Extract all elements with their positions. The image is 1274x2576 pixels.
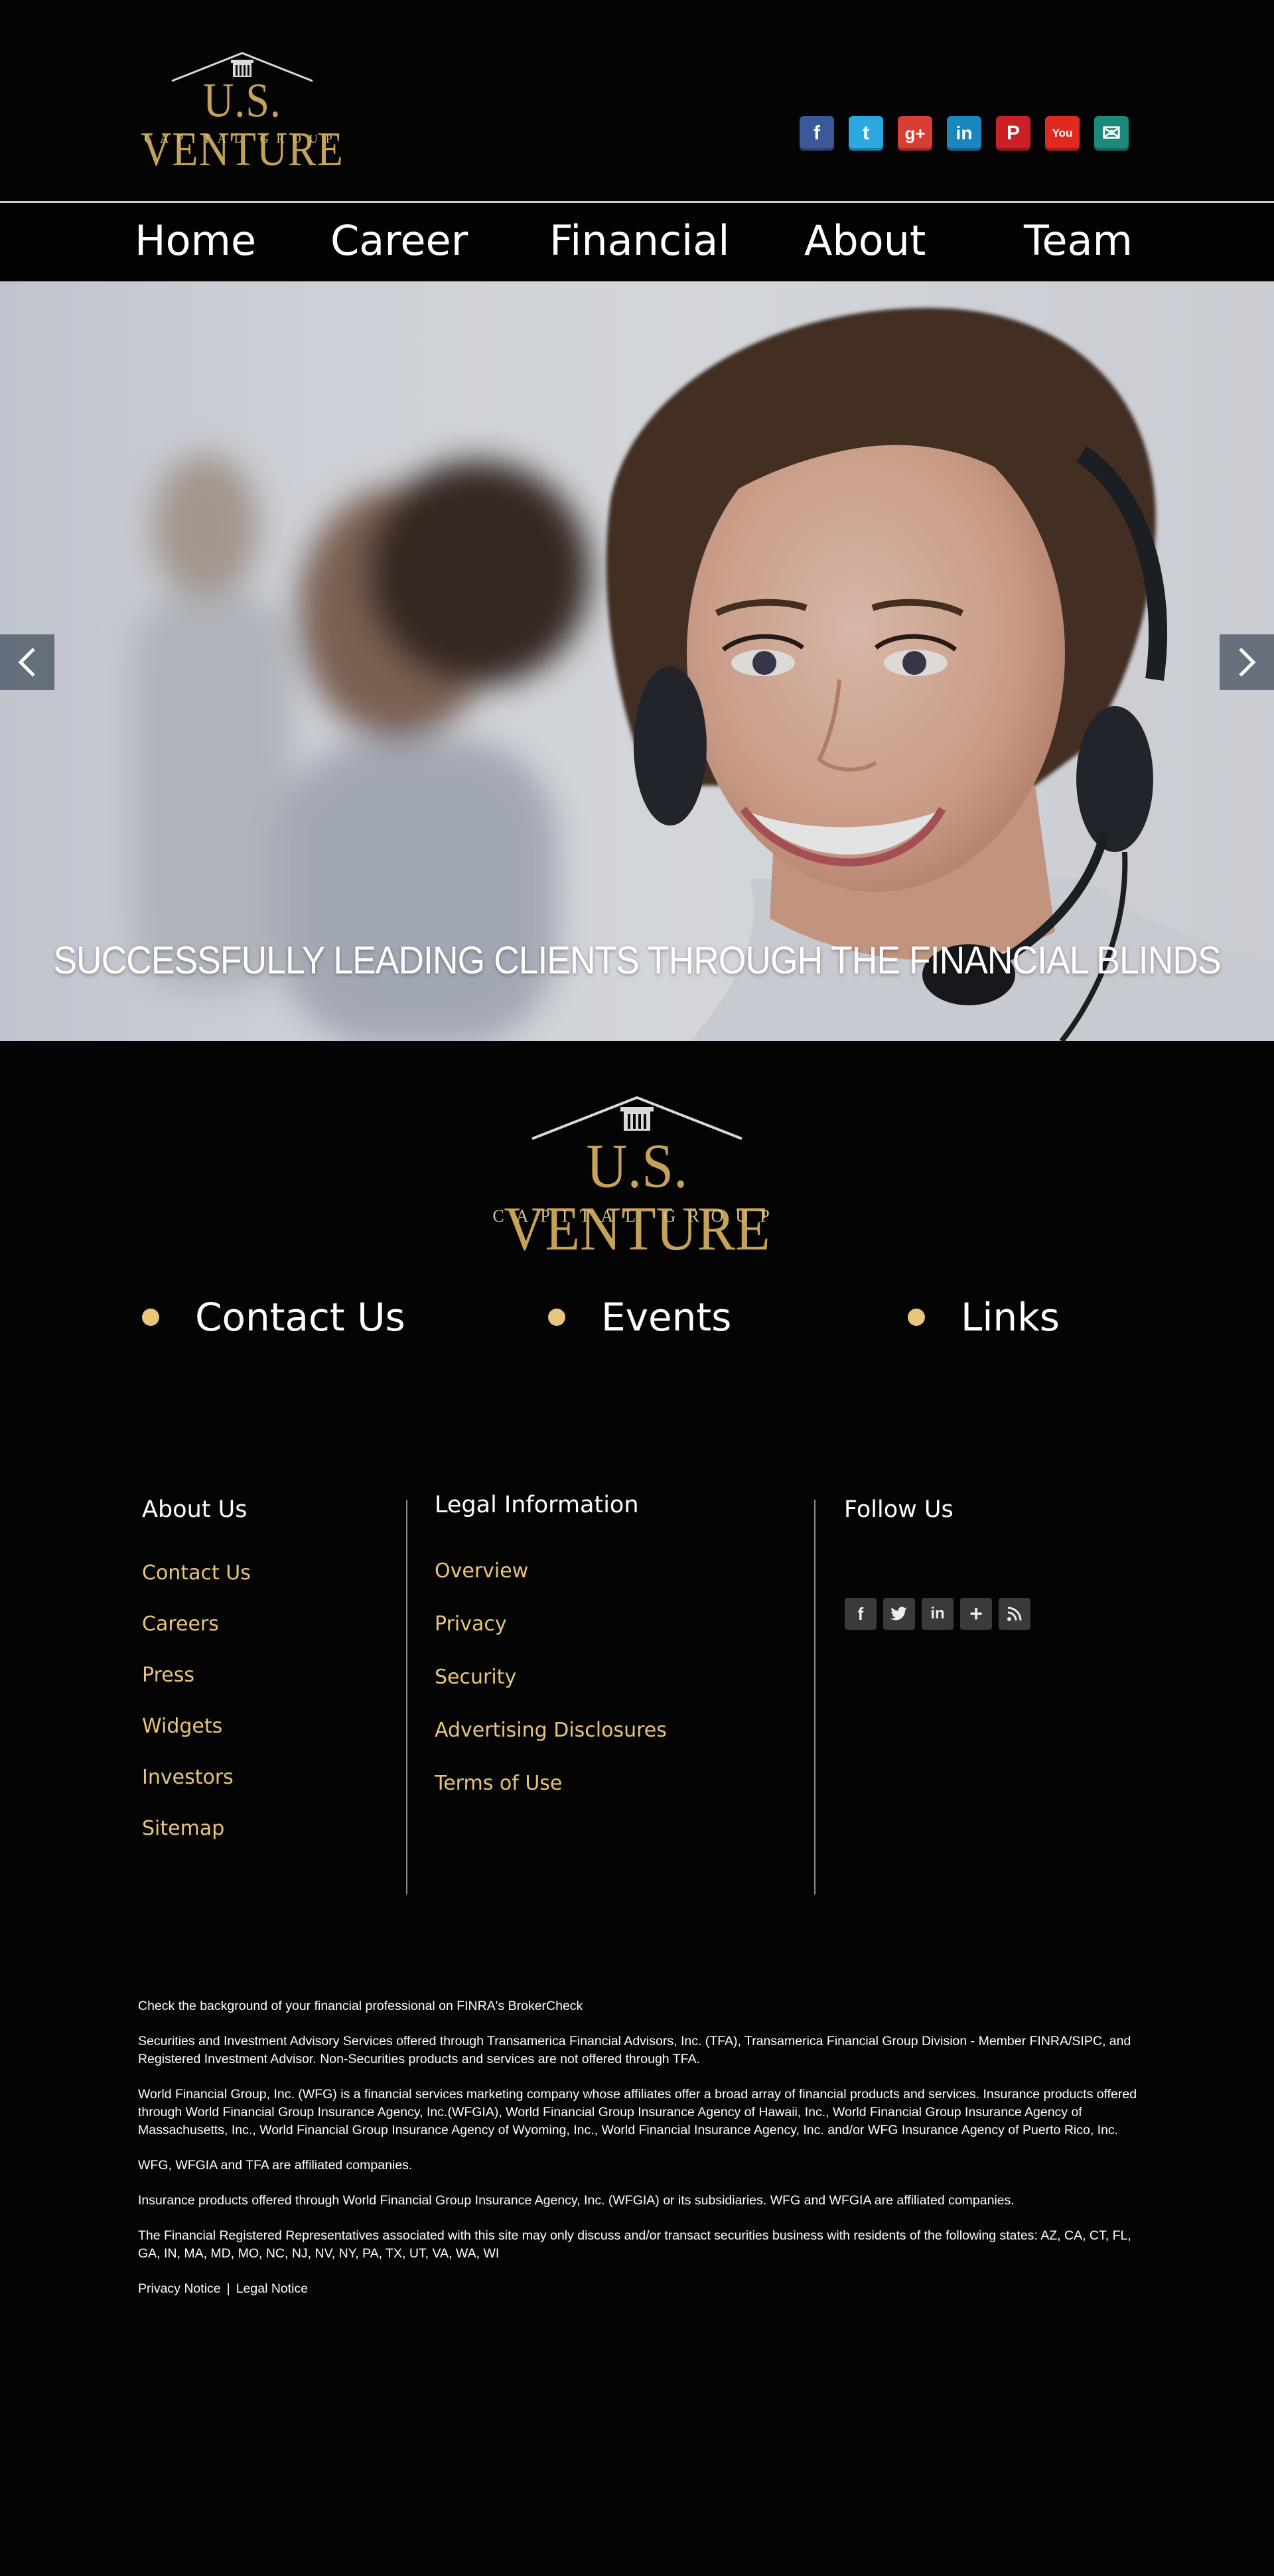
site-header: U.S. VENTURE CAPITAL GROUP f t g+ in P Y… xyxy=(0,0,1274,201)
footer-link-advertising-disclosures[interactable]: Advertising Disclosures xyxy=(435,1719,667,1742)
brand-subtitle: CAPITAL GROUP xyxy=(144,132,340,145)
slider-prev-button[interactable] xyxy=(0,634,54,690)
legal-disclaimers: Check the background of your financial p… xyxy=(138,1997,1147,2315)
pinterest-icon[interactable]: P xyxy=(996,116,1030,151)
wfg-disclaimer: World Financial Group, Inc. (WFG) is a f… xyxy=(138,2087,1137,2137)
bullet-icon xyxy=(908,1309,925,1326)
social-links: f t g+ in P You ✉ xyxy=(800,116,1129,153)
brand-name: U.S. VENTURE xyxy=(141,72,344,177)
brand-subtitle: CAPITAL GROUP xyxy=(492,1206,782,1226)
follow-icons: f in + xyxy=(845,1598,1030,1630)
email-icon[interactable]: ✉ xyxy=(1094,116,1129,151)
facebook-icon[interactable]: f xyxy=(845,1598,877,1630)
linkedin-icon[interactable]: in xyxy=(947,116,981,151)
footer-link-overview[interactable]: Overview xyxy=(435,1559,528,1583)
footer-link-widgets[interactable]: Widgets xyxy=(142,1715,222,1738)
brand-logo[interactable]: U.S. VENTURE CAPITAL GROUP xyxy=(133,50,352,173)
quick-link-label: Links xyxy=(961,1295,1060,1340)
bullet-icon xyxy=(548,1309,565,1326)
nav-career[interactable]: Career xyxy=(330,216,468,265)
nav-team[interactable]: Team xyxy=(1024,216,1133,265)
footer-divider xyxy=(406,1500,407,1895)
footer-link-investors[interactable]: Investors xyxy=(142,1766,234,1789)
hero-tagline: SUCCESSFULLY LEADING CLIENTS THROUGH THE… xyxy=(53,939,1221,982)
youtube-icon[interactable]: You xyxy=(1045,116,1080,151)
quick-link-label: Contact Us xyxy=(195,1295,405,1340)
insurance-disclaimer: Insurance products offered through World… xyxy=(138,2193,1015,2208)
nav-home[interactable]: Home xyxy=(135,216,256,265)
footer-link-contact-us[interactable]: Contact Us xyxy=(142,1561,251,1585)
main-nav: Home Career Financial About Team xyxy=(0,203,1274,281)
chevron-left-icon xyxy=(18,648,35,677)
footer-brand-logo: U.S. VENTURE CAPITAL GROUP xyxy=(491,1095,783,1260)
brand-name: U.S. VENTURE xyxy=(504,1130,770,1264)
privacy-notice-link[interactable]: Privacy Notice xyxy=(138,2281,221,2296)
quick-link-contact[interactable]: Contact Us xyxy=(142,1287,405,1347)
chevron-right-icon xyxy=(1239,648,1256,677)
google-plus-icon[interactable]: g+ xyxy=(898,116,932,151)
states-disclaimer: The Financial Registered Representatives… xyxy=(138,2228,1131,2261)
link-separator: | xyxy=(226,2281,230,2296)
affiliates-note: WFG, WFGIA and TFA are affiliated compan… xyxy=(138,2158,413,2173)
footer-about-column: About Us Contact Us Careers Press Widget… xyxy=(142,1496,251,1840)
nav-about[interactable]: About xyxy=(804,216,926,265)
brokercheck-note[interactable]: Check the background of your financial p… xyxy=(138,1997,1147,2015)
rss-icon[interactable] xyxy=(999,1598,1030,1630)
footer-link-privacy[interactable]: Privacy xyxy=(435,1612,507,1636)
footer-legal-column: Legal Information Overview Privacy Secur… xyxy=(435,1492,667,1795)
quick-link-label: Events xyxy=(601,1295,732,1340)
bullet-icon xyxy=(142,1309,159,1326)
twitter-icon[interactable]: t xyxy=(849,116,883,151)
footer-about-heading: About Us xyxy=(142,1496,248,1523)
footer-link-security[interactable]: Security xyxy=(435,1666,516,1689)
footer-link-careers[interactable]: Careers xyxy=(142,1612,219,1636)
slider-next-button[interactable] xyxy=(1220,634,1274,690)
legal-notice-link[interactable]: Legal Notice xyxy=(236,2281,308,2296)
bottom-links: Privacy Notice | Legal Notice xyxy=(138,2280,1147,2298)
footer-link-terms-of-use[interactable]: Terms of Use xyxy=(435,1772,562,1795)
footer-link-press[interactable]: Press xyxy=(142,1664,194,1687)
facebook-icon[interactable]: f xyxy=(800,116,834,151)
quick-link-events[interactable]: Events xyxy=(548,1287,731,1347)
footer-divider xyxy=(814,1500,815,1895)
quick-link-links[interactable]: Links xyxy=(908,1287,1060,1347)
footer-follow-column: Follow Us xyxy=(844,1496,954,1523)
hero-slider: SUCCESSFULLY LEADING CLIENTS THROUGH THE… xyxy=(0,281,1274,1041)
footer-legal-heading: Legal Information xyxy=(435,1492,639,1518)
plus-icon[interactable]: + xyxy=(960,1598,992,1630)
nav-financial[interactable]: Financial xyxy=(549,216,730,265)
securities-disclaimer: Securities and Investment Advisory Servi… xyxy=(138,2034,1131,2066)
footer-follow-heading: Follow Us xyxy=(844,1496,954,1523)
quick-links: Contact Us Events Links xyxy=(0,1287,1274,1347)
twitter-icon[interactable] xyxy=(883,1598,915,1630)
linkedin-icon[interactable]: in xyxy=(922,1598,954,1630)
footer-link-sitemap[interactable]: Sitemap xyxy=(142,1817,224,1840)
hero-overlay xyxy=(0,281,1274,1041)
